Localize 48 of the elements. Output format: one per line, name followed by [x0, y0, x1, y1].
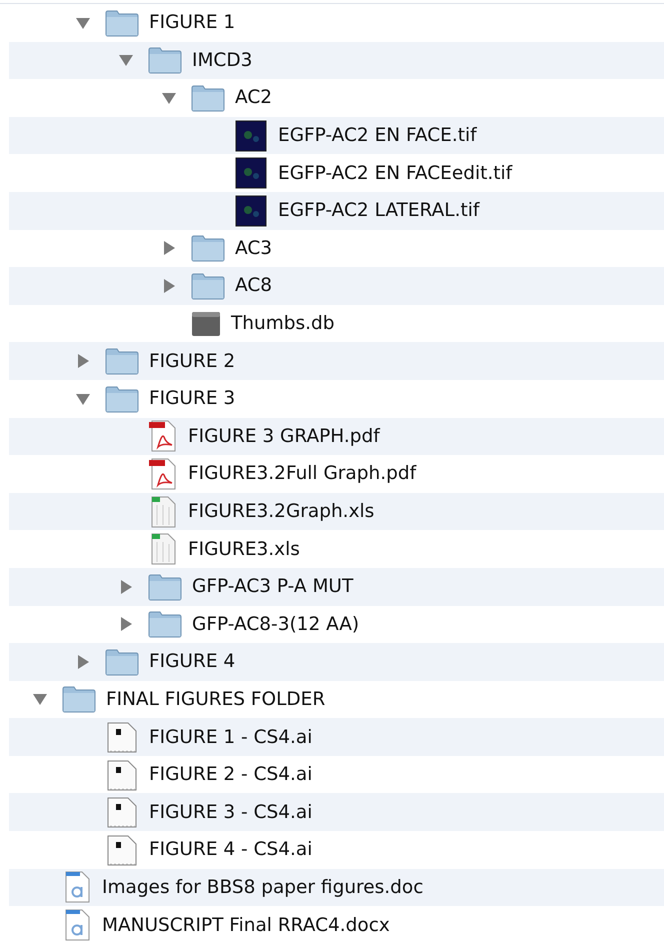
file-name[interactable]: MANUSCRIPT Final RRAC4.docx	[102, 914, 390, 936]
file-name[interactable]: FIGURE 1 - CS4.ai	[149, 726, 312, 748]
folder-name[interactable]: FIGURE 3	[149, 388, 236, 410]
file-name[interactable]: Thumbs.db	[231, 313, 335, 334]
folder-icon	[148, 610, 182, 638]
expand-triangle-icon[interactable]	[118, 616, 134, 632]
folder-icon	[148, 46, 182, 74]
file-name[interactable]: EGFP-AC2 EN FACE.tif	[278, 125, 477, 146]
folder-name[interactable]: FIGURE 1	[149, 12, 236, 34]
folder-name[interactable]: IMCD3	[192, 50, 252, 71]
folder-icon	[105, 648, 139, 676]
expand-triangle-icon[interactable]	[75, 353, 91, 370]
folder-icon	[105, 8, 139, 37]
folder-name[interactable]: AC3	[235, 238, 272, 259]
folder-icon	[191, 272, 225, 300]
expand-triangle-icon[interactable]	[118, 578, 134, 595]
file-name[interactable]: FIGURE 4 - CS4.ai	[149, 839, 312, 860]
collapse-triangle-icon[interactable]	[32, 691, 48, 708]
file-name[interactable]: EGFP-AC2 LATERAL.tif	[278, 200, 480, 222]
file-name[interactable]: EGFP-AC2 EN FACEedit.tif	[278, 162, 512, 184]
file-name[interactable]: FIGURE 3 - CS4.ai	[149, 802, 312, 823]
folder-name[interactable]: FIGURE 4	[149, 651, 236, 672]
collapse-triangle-icon[interactable]	[118, 52, 134, 68]
folder-icon	[105, 384, 139, 413]
file-name[interactable]: FIGURE3.xls	[188, 538, 300, 560]
expand-triangle-icon[interactable]	[161, 240, 177, 256]
folder-icon	[62, 685, 96, 714]
image-thumbnail-icon	[234, 194, 268, 228]
folder-name[interactable]: FIGURE 2	[149, 350, 236, 372]
folder-name[interactable]: FINAL FIGURES FOLDER	[106, 688, 326, 710]
folder-icon	[105, 347, 139, 376]
expand-triangle-icon[interactable]	[161, 278, 177, 294]
database-file-icon	[191, 310, 221, 338]
image-thumbnail-icon	[234, 118, 268, 153]
file-name[interactable]: FIGURE3.2Full Graph.pdf	[188, 463, 416, 484]
folder-name[interactable]: GFP-AC3 P-A MUT	[192, 576, 354, 598]
pdf-file-icon	[148, 419, 178, 454]
folder-icon	[191, 234, 225, 262]
file-name[interactable]: FIGURE 3 GRAPH.pdf	[188, 426, 380, 447]
folder-icon	[191, 84, 225, 112]
folder-name[interactable]: GFP-AC8-3(12 AA)	[192, 614, 360, 635]
file-name[interactable]: FIGURE3.2Graph.xls	[188, 501, 374, 522]
folder-icon	[148, 572, 182, 601]
folder-name[interactable]: AC2	[235, 87, 272, 108]
folder-name[interactable]: AC8	[235, 275, 272, 296]
file-name[interactable]: FIGURE 2 - CS4.ai	[149, 764, 312, 786]
expand-triangle-icon[interactable]	[75, 654, 91, 670]
image-thumbnail-icon	[234, 156, 268, 190]
